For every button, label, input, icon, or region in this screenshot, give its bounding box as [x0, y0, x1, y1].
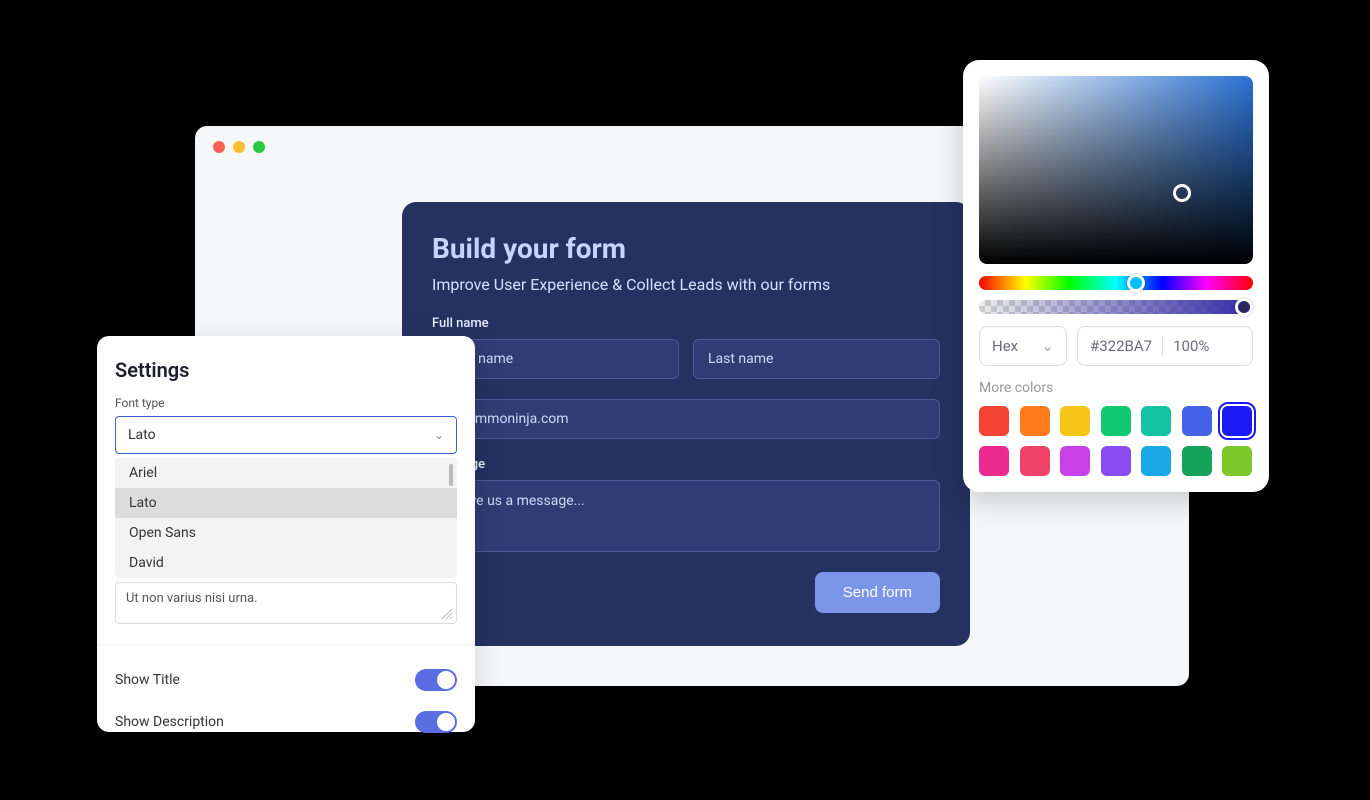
- hex-value: #322BA7: [1090, 337, 1152, 355]
- description-value: Ut non varius nisi urna.: [126, 591, 258, 606]
- divider: [97, 644, 475, 645]
- color-swatch-7[interactable]: [979, 446, 1009, 476]
- lastname-input[interactable]: Last name: [693, 339, 940, 379]
- color-swatch-9[interactable]: [1060, 446, 1090, 476]
- form-builder-panel: Build your form Improve User Experience …: [402, 202, 970, 646]
- color-swatch-3[interactable]: [1101, 406, 1131, 436]
- toggle-knob: [437, 713, 455, 731]
- color-swatch-0[interactable]: [979, 406, 1009, 436]
- font-type-label: Font type: [115, 396, 457, 410]
- color-swatch-11[interactable]: [1141, 446, 1171, 476]
- font-dropdown: Ariel Lato Open Sans David: [115, 458, 457, 578]
- show-title-toggle[interactable]: [415, 669, 457, 691]
- font-selected-value: Lato: [128, 427, 156, 443]
- chevron-down-icon: ⌄: [434, 428, 444, 442]
- show-description-toggle[interactable]: [415, 711, 457, 733]
- color-swatch-13[interactable]: [1222, 446, 1252, 476]
- font-option-ariel[interactable]: Ariel: [115, 458, 457, 488]
- format-value: Hex: [992, 337, 1018, 355]
- color-swatch-6[interactable]: [1222, 406, 1252, 436]
- color-swatch-5[interactable]: [1182, 406, 1212, 436]
- hue-thumb[interactable]: [1127, 274, 1145, 292]
- show-title-label: Show Title: [115, 672, 180, 688]
- font-option-david[interactable]: David: [115, 548, 457, 578]
- email-input[interactable]: @commoninja.com: [432, 399, 940, 439]
- toggle-knob: [437, 671, 455, 689]
- color-swatch-8[interactable]: [1020, 446, 1050, 476]
- font-select[interactable]: Lato ⌄: [115, 416, 457, 454]
- settings-title: Settings: [115, 358, 457, 382]
- send-form-button[interactable]: Send form: [815, 572, 940, 613]
- form-subtitle: Improve User Experience & Collect Leads …: [432, 275, 940, 294]
- message-label: Message: [432, 457, 940, 472]
- color-swatch-4[interactable]: [1141, 406, 1171, 436]
- message-textarea[interactable]: Leave us a message...: [432, 480, 940, 552]
- color-picker-panel: Hex ⌄ #322BA7 100% More colors: [963, 60, 1269, 492]
- scrollbar-thumb[interactable]: [449, 464, 453, 486]
- fullname-label: Full name: [432, 316, 940, 331]
- divider: [1162, 336, 1163, 356]
- alpha-slider[interactable]: [979, 300, 1253, 314]
- color-format-select[interactable]: Hex ⌄: [979, 326, 1067, 366]
- more-colors-label: More colors: [979, 380, 1253, 396]
- font-option-lato[interactable]: Lato: [115, 488, 457, 518]
- alpha-thumb[interactable]: [1235, 298, 1253, 316]
- saturation-lightness-picker[interactable]: [979, 76, 1253, 264]
- show-description-row: Show Description: [115, 701, 457, 743]
- lastname-placeholder: Last name: [708, 351, 773, 367]
- color-swatch-1[interactable]: [1020, 406, 1050, 436]
- show-title-row: Show Title: [115, 659, 457, 701]
- maximize-window-icon[interactable]: [253, 141, 265, 153]
- minimize-window-icon[interactable]: [233, 141, 245, 153]
- resize-handle-icon[interactable]: [442, 609, 452, 619]
- send-label: Send form: [843, 584, 912, 601]
- color-swatch-2[interactable]: [1060, 406, 1090, 436]
- color-swatch-10[interactable]: [1101, 446, 1131, 476]
- show-description-label: Show Description: [115, 714, 224, 730]
- description-textarea[interactable]: Ut non varius nisi urna.: [115, 582, 457, 624]
- hex-input[interactable]: #322BA7 100%: [1077, 326, 1253, 366]
- color-cursor[interactable]: [1173, 184, 1191, 202]
- close-window-icon[interactable]: [213, 141, 225, 153]
- color-swatch-12[interactable]: [1182, 446, 1212, 476]
- settings-panel: Settings Font type Lato ⌄ Ariel Lato Ope…: [97, 336, 475, 732]
- swatch-grid: [979, 406, 1253, 476]
- form-title: Build your form: [432, 232, 940, 265]
- alpha-value: 100%: [1173, 337, 1209, 355]
- chevron-down-icon: ⌄: [1041, 337, 1054, 355]
- hue-slider[interactable]: [979, 276, 1253, 290]
- font-option-opensans[interactable]: Open Sans: [115, 518, 457, 548]
